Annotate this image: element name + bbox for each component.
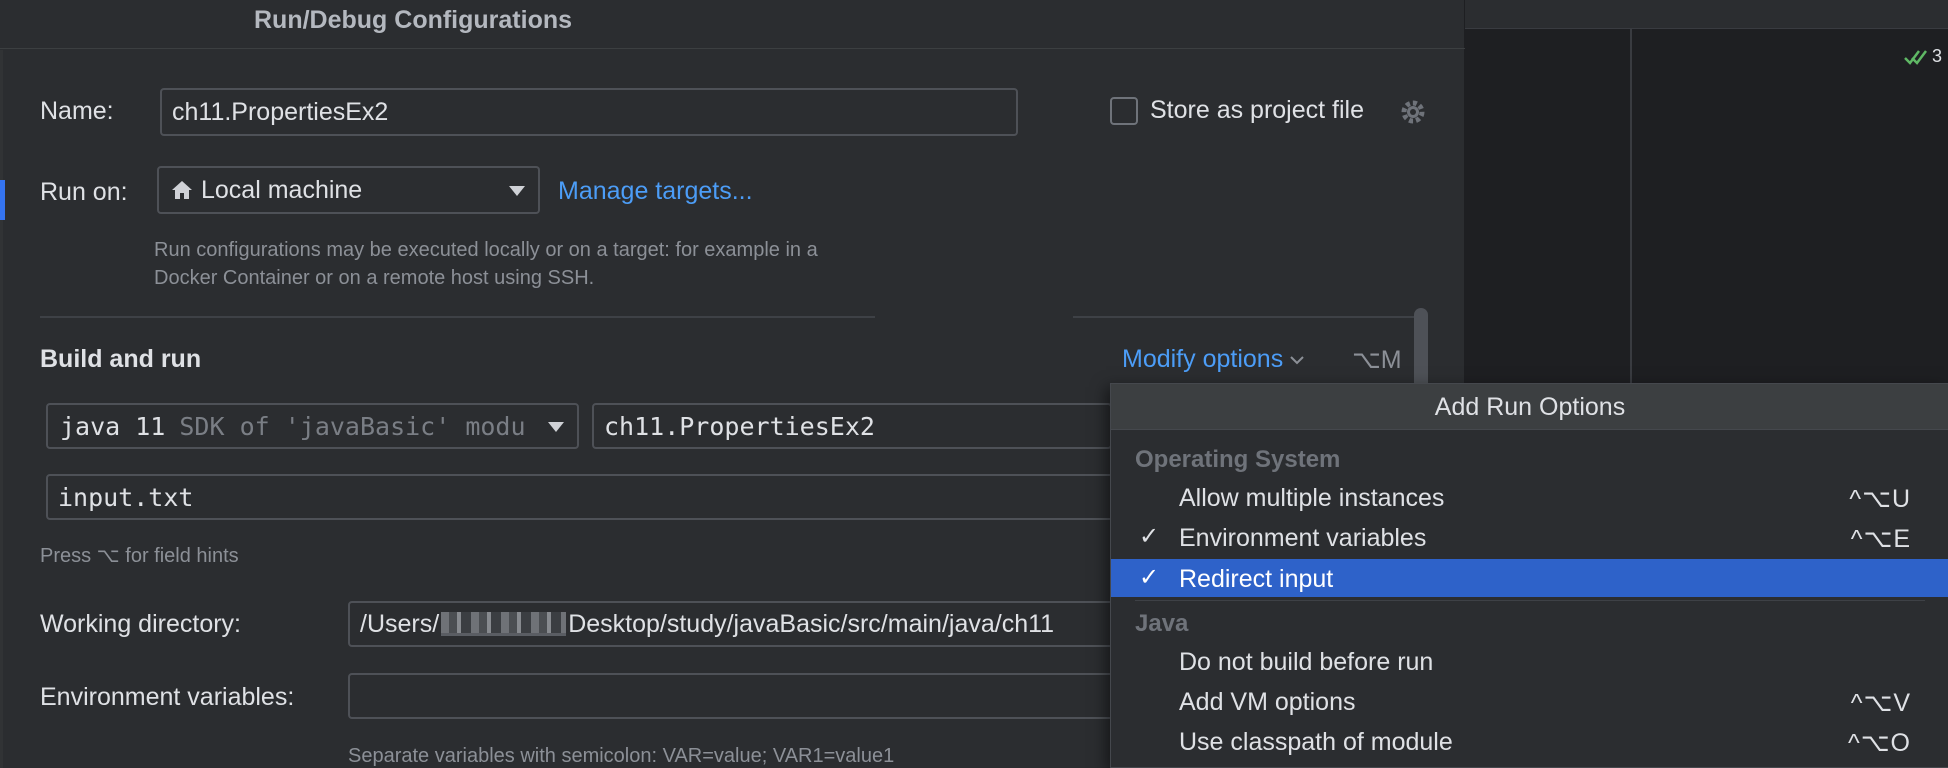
- dialog-header[interactable]: [0, 0, 1465, 49]
- option-label: Do not build before run: [1179, 648, 1434, 676]
- inspection-count: 3: [1931, 46, 1942, 66]
- run-on-label: Run on:: [40, 178, 128, 206]
- option-label: Environment variables: [1179, 524, 1427, 552]
- build-and-run-heading: Build and run: [40, 345, 202, 373]
- name-label: Name:: [40, 97, 114, 125]
- gear-icon[interactable]: [1398, 97, 1428, 127]
- option-label: Add VM options: [1179, 688, 1356, 716]
- popup-separator: [1135, 600, 1925, 601]
- section-divider: [40, 316, 875, 318]
- chevron-down-icon: [509, 186, 525, 196]
- chevron-down-icon: [1290, 355, 1304, 364]
- option-redirect-input[interactable]: ✓ Redirect input: [1111, 559, 1948, 597]
- option-label: Allow multiple instances: [1179, 484, 1445, 512]
- popup-title: Add Run Options: [1434, 393, 1626, 421]
- check-icon: ✓: [1139, 523, 1160, 550]
- add-run-options-popup: Add Run Options Operating System Allow m…: [1110, 383, 1948, 768]
- manage-targets-link[interactable]: Manage targets...: [558, 177, 753, 206]
- working-directory-label: Working directory:: [40, 610, 241, 638]
- option-allow-multiple-instances[interactable]: Allow multiple instances ^⌥U: [1111, 478, 1948, 516]
- selected-config-marker: [0, 180, 5, 220]
- environment-variables-hint: Separate variables with semicolon: VAR=v…: [348, 745, 895, 767]
- dialog-title: Run/Debug Configurations: [254, 6, 573, 34]
- redacted-username: [441, 612, 567, 636]
- option-shortcut: ^⌥E: [1850, 525, 1911, 553]
- working-directory-field[interactable]: /Users/ Desktop/study/javaBasic/src/main…: [348, 601, 1118, 647]
- group-header-operating-system: Operating System: [1135, 446, 1341, 473]
- inspection-widget[interactable]: 3: [1904, 46, 1942, 67]
- chevron-down-icon: [548, 422, 564, 432]
- run-on-hint: Run configurations may be executed local…: [154, 239, 818, 289]
- environment-variables-field[interactable]: [348, 673, 1118, 719]
- field-hints-text: Press ⌥ for field hints: [40, 545, 239, 567]
- option-use-classpath-of-module[interactable]: Use classpath of module ^⌥O: [1111, 722, 1948, 760]
- option-shortcut: ^⌥O: [1848, 729, 1911, 757]
- program-arguments-field[interactable]: input.txt: [46, 474, 1116, 520]
- option-label: Redirect input: [1179, 565, 1334, 593]
- name-field[interactable]: ch11.PropertiesEx2: [160, 88, 1018, 136]
- section-divider-right: [1073, 316, 1428, 318]
- check-icon: ✓: [1139, 564, 1160, 591]
- option-shortcut: ^⌥U: [1849, 485, 1911, 513]
- modify-options-button[interactable]: Modify options: [1122, 345, 1305, 374]
- option-add-vm-options[interactable]: Add VM options ^⌥V: [1111, 682, 1948, 720]
- environment-variables-label: Environment variables:: [40, 683, 295, 711]
- store-as-project-label[interactable]: Store as project file: [1150, 96, 1364, 125]
- modify-options-label: Modify options: [1122, 345, 1284, 373]
- working-directory-prefix: /Users/: [360, 609, 440, 638]
- run-on-value: Local machine: [201, 175, 363, 204]
- store-as-project-checkbox[interactable]: [1110, 97, 1138, 125]
- run-on-dropdown[interactable]: Local machine: [157, 166, 540, 214]
- working-directory-suffix: Desktop/study/javaBasic/src/main/java/ch…: [568, 609, 1055, 638]
- jdk-value: java 11: [60, 411, 166, 441]
- option-do-not-build-before-run[interactable]: Do not build before run: [1111, 642, 1948, 680]
- home-icon: [172, 181, 192, 199]
- modify-options-shortcut: ⌥M: [1352, 346, 1402, 374]
- option-label: Use classpath of module: [1179, 728, 1453, 756]
- editor-tab-strip: [1465, 0, 1948, 29]
- main-class-field[interactable]: ch11.PropertiesEx2: [592, 403, 1112, 449]
- jdk-hint: SDK of 'javaBasic' modu: [179, 411, 526, 441]
- option-shortcut: ^⌥V: [1850, 689, 1911, 717]
- double-check-icon: [1904, 49, 1927, 65]
- option-environment-variables[interactable]: ✓ Environment variables ^⌥E: [1111, 518, 1948, 556]
- left-panel-edge: [0, 50, 3, 768]
- group-header-java: Java: [1135, 610, 1189, 637]
- jdk-dropdown[interactable]: java 11 SDK of 'javaBasic' modu: [46, 403, 579, 449]
